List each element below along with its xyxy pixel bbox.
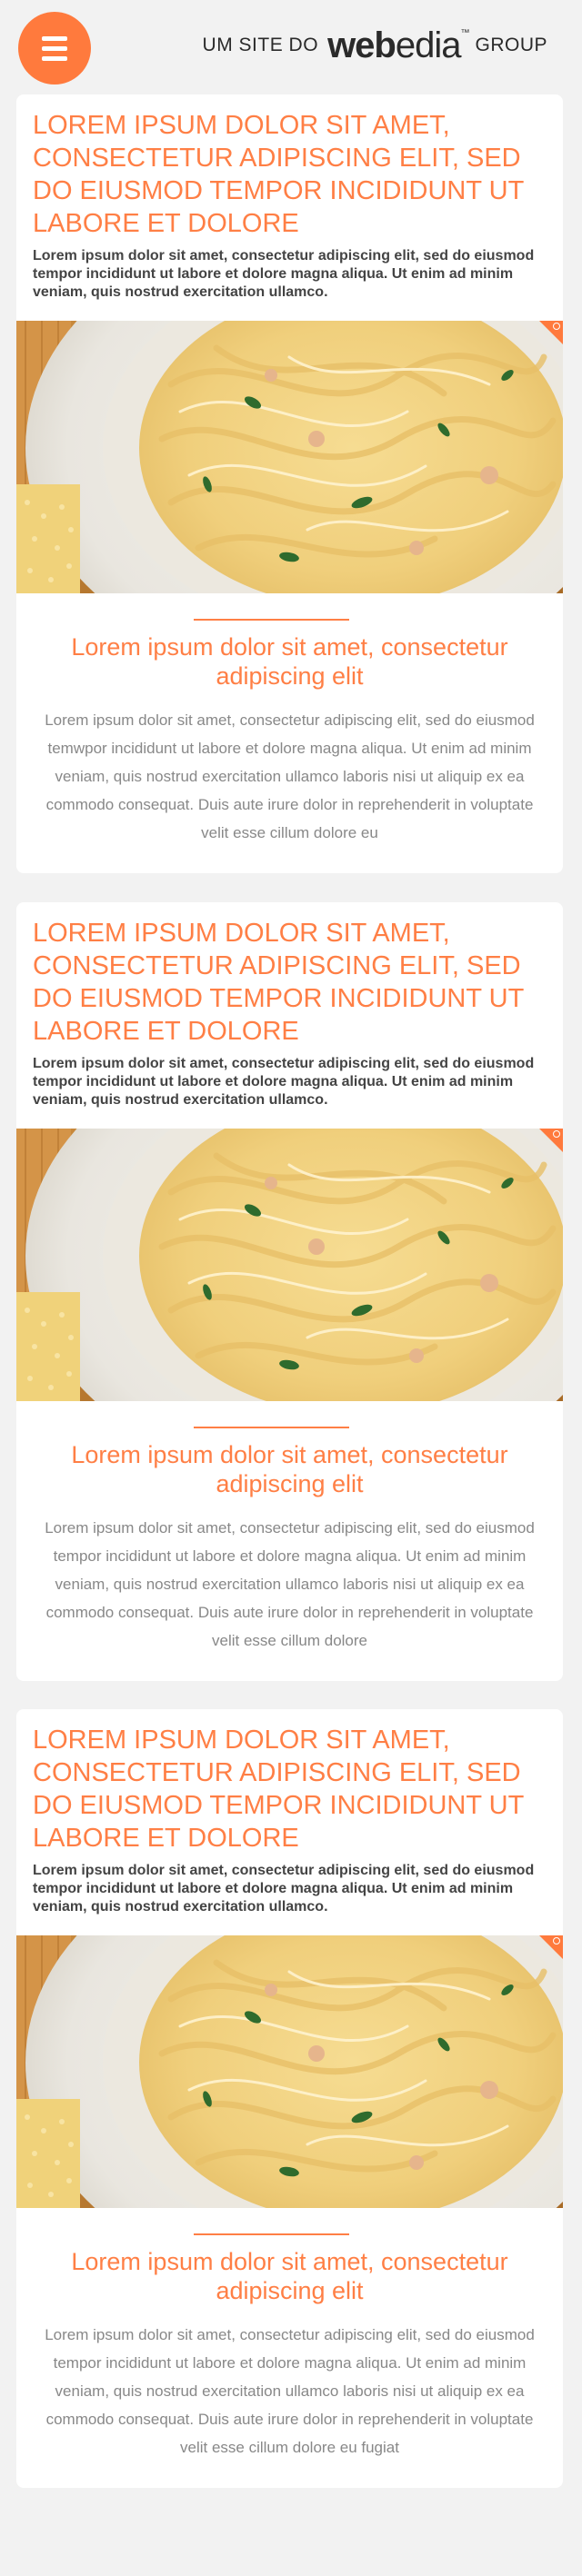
article-body: Lorem ipsum dolor sit amet, consectetur … [45, 1519, 535, 1649]
menu-bar [42, 56, 67, 61]
brand-prefix: UM SITE DO [202, 35, 319, 55]
article-title[interactable]: LOREM IPSUM DOLOR SIT AMET, CONSECTETUR … [16, 109, 563, 240]
article-lead: Lorem ipsum dolor sit amet, consectetur … [33, 1863, 535, 1915]
article-card: LOREM IPSUM DOLOR SIT AMET, CONSECTETUR … [16, 94, 563, 873]
site-header: UM SITE DO webedia ™ GROUP [0, 0, 582, 94]
magnifier-glyph [553, 1937, 560, 1944]
section-divider [194, 2233, 349, 2235]
webedia-branding[interactable]: UM SITE DO webedia ™ GROUP [203, 20, 547, 71]
article-subtitle: Lorem ipsum dolor sit amet, consectetur … [71, 2248, 508, 2304]
webedia-logo: webedia ™ [327, 25, 469, 65]
pasta-dish-photo[interactable] [16, 1129, 563, 1401]
pasta-image [16, 321, 563, 593]
brand-suffix: GROUP [475, 35, 547, 55]
zoom-icon[interactable] [539, 321, 563, 344]
article-card: LOREM IPSUM DOLOR SIT AMET, CONSECTETUR … [16, 902, 563, 1681]
zoom-icon[interactable] [539, 1129, 563, 1152]
logo-bold-part: web [327, 25, 396, 65]
article-subtitle: Lorem ipsum dolor sit amet, consectetur … [71, 633, 508, 690]
section-divider [194, 1427, 349, 1428]
section-divider [194, 619, 349, 621]
pasta-dish-photo[interactable] [16, 1935, 563, 2208]
zoom-icon[interactable] [539, 1935, 563, 1959]
menu-bar [42, 36, 67, 41]
article-lead: Lorem ipsum dolor sit amet, consectetur … [33, 248, 535, 300]
article-title[interactable]: LOREM IPSUM DOLOR SIT AMET, CONSECTETUR … [16, 1724, 563, 1855]
article-lead: Lorem ipsum dolor sit amet, consectetur … [33, 1056, 535, 1108]
magnifier-glyph [553, 1130, 560, 1138]
article-subtitle: Lorem ipsum dolor sit amet, consectetur … [71, 1441, 508, 1497]
article-body: Lorem ipsum dolor sit amet, consectetur … [45, 2326, 535, 2456]
trademark-symbol: ™ [460, 28, 470, 38]
pasta-image [16, 1129, 563, 1401]
article-body: Lorem ipsum dolor sit amet, consectetur … [45, 711, 535, 841]
magnifier-glyph [553, 323, 560, 330]
article-title[interactable]: LOREM IPSUM DOLOR SIT AMET, CONSECTETUR … [16, 917, 563, 1048]
article-card: LOREM IPSUM DOLOR SIT AMET, CONSECTETUR … [16, 1709, 563, 2488]
hamburger-menu-icon[interactable] [18, 12, 91, 85]
menu-bar [42, 46, 67, 51]
logo-light-part: edia [395, 25, 462, 65]
pasta-image [16, 1935, 563, 2208]
pasta-dish-photo[interactable] [16, 321, 563, 593]
